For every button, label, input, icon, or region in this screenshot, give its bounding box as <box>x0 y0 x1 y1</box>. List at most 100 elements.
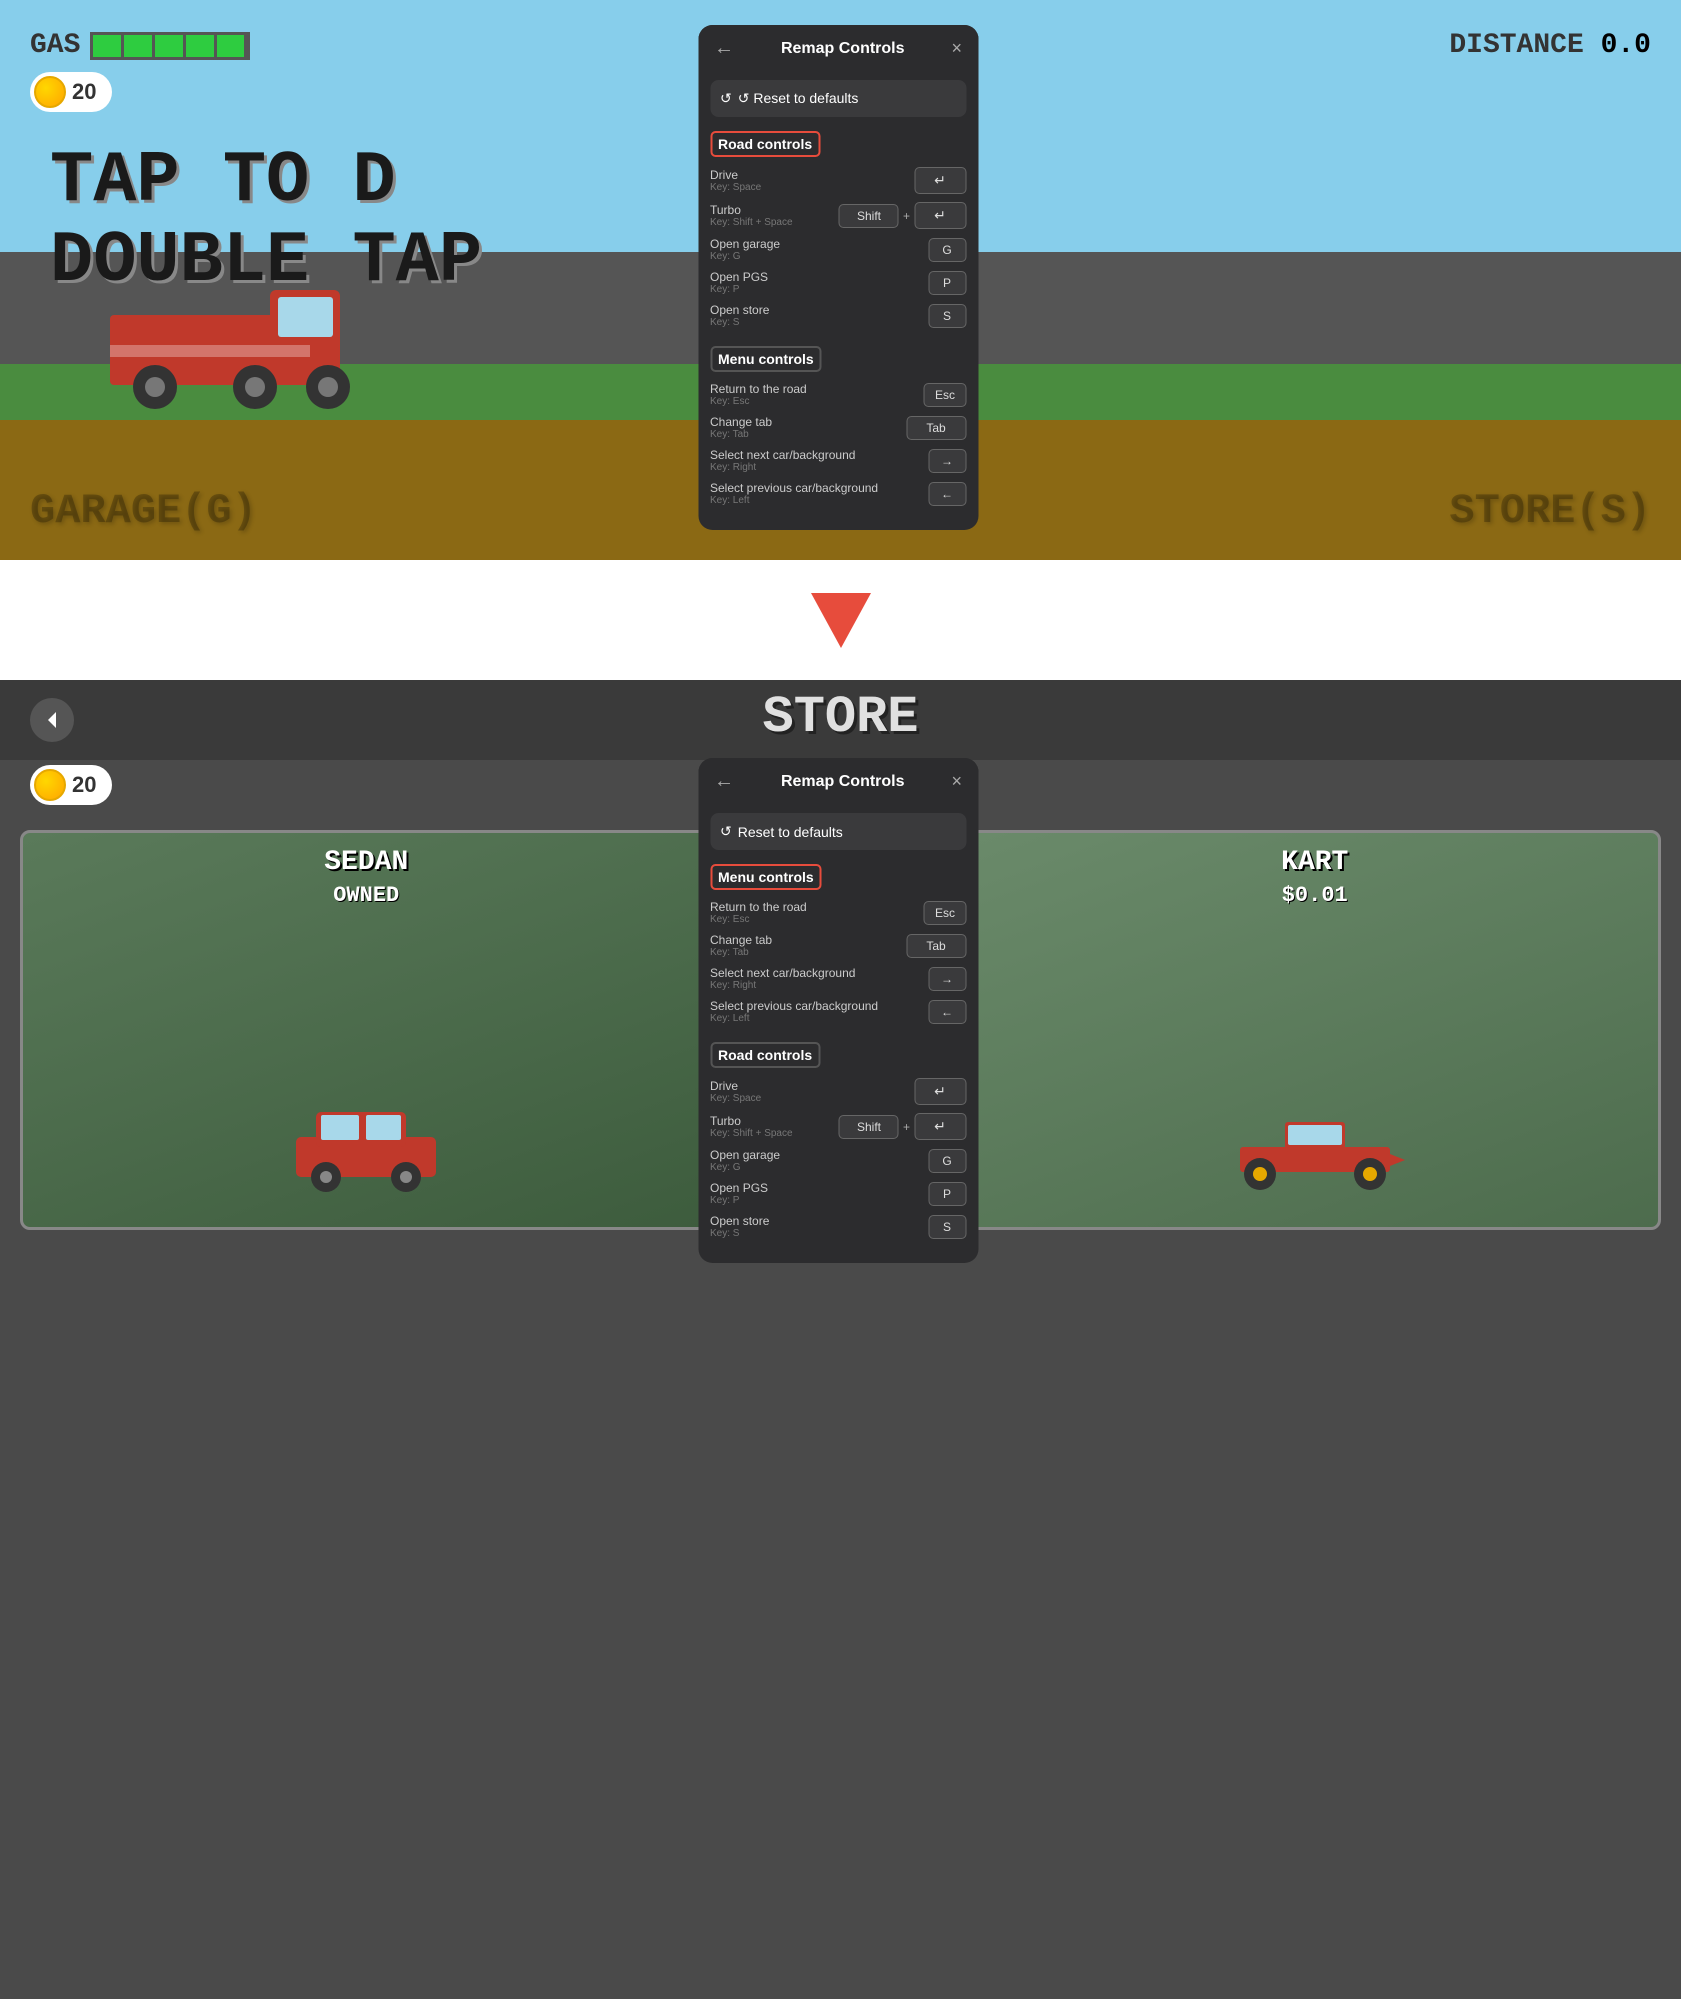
turbo-space-key-bottom[interactable]: ↵ <box>914 1113 966 1140</box>
drive-label-bottom: Drive <box>710 1079 761 1093</box>
gas-tick <box>124 35 155 57</box>
open-pgs-sublabel: Key: P <box>710 284 768 295</box>
kart-card[interactable]: KART $0.01 <box>969 830 1662 1230</box>
select-next-label-group-top: Select next car/background Key: Right <box>710 448 855 473</box>
reset-label-bottom: Reset to defaults <box>738 824 843 840</box>
select-next-label-bottom: Select next car/background <box>710 966 855 980</box>
turbo-label: Turbo <box>710 203 793 217</box>
top-game-screen: GAS 20 DISTANCE 0.0 TAP TO D DOUBLE TAP <box>0 0 1681 560</box>
modal-header-bottom: ← Remap Controls × <box>698 758 978 805</box>
sedan-card-sublabel: OWNED <box>23 883 710 908</box>
section-gap-bottom <box>710 1032 966 1042</box>
modal-close-button-top[interactable]: × <box>951 38 962 59</box>
select-prev-label-bottom: Select previous car/background <box>710 999 878 1013</box>
menu-controls-header-top: Menu controls <box>710 346 822 372</box>
gas-tick <box>186 35 217 57</box>
select-prev-label-group-bottom: Select previous car/background Key: Left <box>710 999 878 1024</box>
select-prev-key-button-bottom[interactable]: ← <box>928 1000 966 1024</box>
open-garage-key-button[interactable]: G <box>928 238 966 262</box>
drive-label: Drive <box>710 168 761 182</box>
sedan-card[interactable]: SEDAN OWNED <box>20 830 713 1230</box>
open-store-control-row-top: Open store Key: S S <box>710 303 966 328</box>
distance-value: 0.0 <box>1601 30 1651 61</box>
open-pgs-control-row-bottom: Open PGS Key: P P <box>710 1181 966 1206</box>
reset-icon: ↺ <box>720 90 732 107</box>
tap-instruction: TAP TO D <box>50 140 396 222</box>
reset-label: ↺ Reset to defaults <box>738 90 859 107</box>
open-store-control-row-bottom: Open store Key: S S <box>710 1214 966 1239</box>
return-road-control-row-bottom: Return to the road Key: Esc Esc <box>710 900 966 925</box>
modal-title-bottom: Remap Controls <box>781 773 905 791</box>
open-pgs-key-button[interactable]: P <box>928 271 966 295</box>
coin-icon <box>34 76 66 108</box>
turbo-control-row-bottom: Turbo Key: Shift + Space Shift + ↵ <box>710 1113 966 1140</box>
turbo-shift-key-bottom[interactable]: Shift <box>839 1115 899 1139</box>
open-garage-key-button-bottom[interactable]: G <box>928 1149 966 1173</box>
turbo-sublabel: Key: Shift + Space <box>710 217 793 228</box>
gas-tick <box>155 35 186 57</box>
store-coin-count: 20 <box>72 772 96 798</box>
menu-controls-section-bottom: Menu controls Return to the road Key: Es… <box>710 864 966 1024</box>
road-controls-section-top: Road controls Drive Key: Space ↵ Turbo <box>710 131 966 328</box>
store-coin-counter: 20 <box>30 765 112 805</box>
gas-bar <box>90 32 250 60</box>
coin-count-top: 20 <box>72 79 96 105</box>
drive-key-button-bottom[interactable]: ↵ <box>914 1078 966 1105</box>
open-store-sublabel-top: Key: S <box>710 317 769 328</box>
modal-back-button-bottom[interactable]: ← <box>714 770 734 793</box>
return-road-sublabel-top: Key: Esc <box>710 396 807 407</box>
drive-sublabel-bottom: Key: Space <box>710 1093 761 1104</box>
change-tab-label-bottom: Change tab <box>710 933 772 947</box>
gas-tick <box>93 35 124 57</box>
gas-label: GAS <box>30 30 80 61</box>
return-road-label-bottom: Return to the road <box>710 900 807 914</box>
store-coin-icon <box>34 769 66 801</box>
modal-back-button-top[interactable]: ← <box>714 37 734 60</box>
select-next-key-button-bottom[interactable]: → <box>928 967 966 991</box>
drive-key-button[interactable]: ↵ <box>914 167 966 194</box>
select-prev-sublabel-bottom: Key: Left <box>710 1013 878 1024</box>
select-next-label-group-bottom: Select next car/background Key: Right <box>710 966 855 991</box>
reset-defaults-button-bottom[interactable]: ↺ Reset to defaults <box>710 813 966 850</box>
turbo-shift-key[interactable]: Shift <box>839 204 899 228</box>
turbo-control-row: Turbo Key: Shift + Space Shift + ↵ <box>710 202 966 229</box>
turbo-label-group: Turbo Key: Shift + Space <box>710 203 793 228</box>
change-tab-control-row-top: Change tab Key: Tab Tab <box>710 415 966 440</box>
reset-defaults-button-top[interactable]: ↺ ↺ Reset to defaults <box>710 80 966 117</box>
turbo-space-key[interactable]: ↵ <box>914 202 966 229</box>
gas-tick <box>217 35 248 57</box>
change-tab-label-group-top: Change tab Key: Tab <box>710 415 772 440</box>
down-arrow-icon <box>811 593 871 648</box>
open-store-label-group-bottom: Open store Key: S <box>710 1214 769 1239</box>
open-store-key-button-bottom[interactable]: S <box>928 1215 966 1239</box>
select-next-control-row-bottom: Select next car/background Key: Right → <box>710 966 966 991</box>
open-store-label-bottom: Open store <box>710 1214 769 1228</box>
modal-close-button-bottom[interactable]: × <box>951 771 962 792</box>
kart-card-sublabel: $0.01 <box>972 883 1659 908</box>
garage-hint-label: GARAGE(G) <box>30 487 257 535</box>
open-pgs-sublabel-bottom: Key: P <box>710 1195 768 1206</box>
section-gap-1 <box>710 336 966 346</box>
turbo-label-bottom: Turbo <box>710 1114 793 1128</box>
road-controls-header-bottom: Road controls <box>710 1042 820 1068</box>
select-prev-control-row-bottom: Select previous car/background Key: Left… <box>710 999 966 1024</box>
select-prev-sublabel-top: Key: Left <box>710 495 878 506</box>
distance-display: DISTANCE 0.0 <box>1449 30 1651 61</box>
remap-controls-modal-top: ← Remap Controls × ↺ ↺ Reset to defaults… <box>698 25 983 530</box>
return-road-key-button-top[interactable]: Esc <box>924 383 966 407</box>
truck-vehicle <box>100 255 380 415</box>
return-road-label-group-top: Return to the road Key: Esc <box>710 382 807 407</box>
change-tab-key-button-top[interactable]: Tab <box>906 416 966 440</box>
distance-text-label: DISTANCE <box>1449 30 1583 61</box>
open-pgs-control-row: Open PGS Key: P P <box>710 270 966 295</box>
open-store-key-button-top[interactable]: S <box>928 304 966 328</box>
select-prev-key-button-top[interactable]: ← <box>928 482 966 506</box>
return-road-key-button-bottom[interactable]: Esc <box>924 901 966 925</box>
open-store-sublabel-bottom: Key: S <box>710 1228 769 1239</box>
change-tab-key-button-bottom[interactable]: Tab <box>906 934 966 958</box>
modal-body-top: ↺ ↺ Reset to defaults Road controls Driv… <box>698 72 978 530</box>
open-garage-label-group-bottom: Open garage Key: G <box>710 1148 780 1173</box>
kart-car-img <box>1225 1092 1405 1197</box>
open-pgs-key-button-bottom[interactable]: P <box>928 1182 966 1206</box>
select-next-key-button-top[interactable]: → <box>928 449 966 473</box>
